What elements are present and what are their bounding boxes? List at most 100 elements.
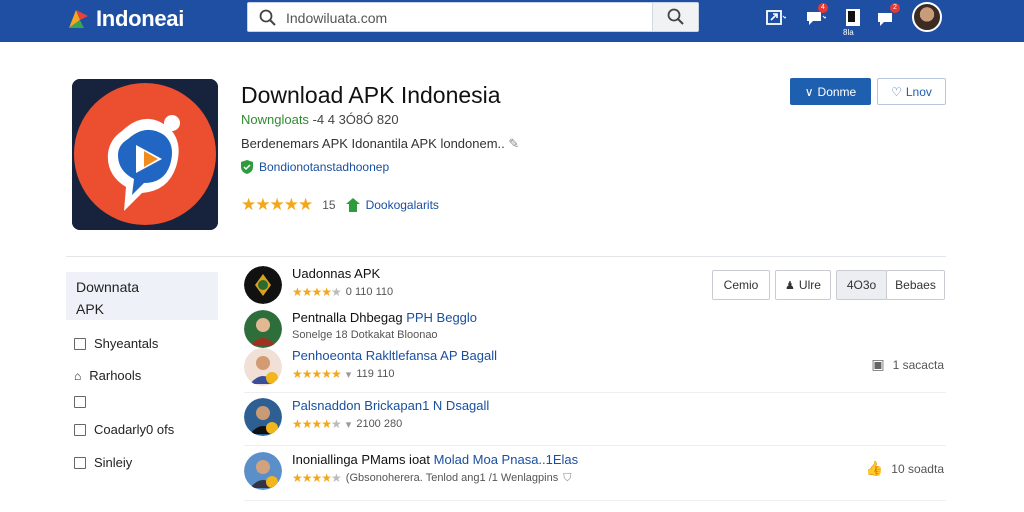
- title-text: Inoniallinga PMams ioat: [292, 452, 434, 467]
- rating-text: 2100 280: [356, 418, 403, 430]
- downloads-info: Nowngloats -4 4 3Ó8Ó 820: [241, 112, 399, 127]
- sidebar-item-label: Coadarly0 ofs: [94, 422, 175, 437]
- chat-notifications-icon[interactable]: 4: [804, 3, 828, 28]
- account-count: 8la: [843, 28, 854, 37]
- title-link[interactable]: Molad Moa Pnasa..1Elas: [434, 452, 579, 467]
- rating-count: 15: [322, 198, 336, 212]
- user-avatar[interactable]: [912, 2, 942, 32]
- messages-icon[interactable]: 2: [876, 3, 900, 28]
- logo-icon: [66, 6, 92, 32]
- share-icon[interactable]: ✎: [508, 136, 519, 151]
- heart-icon: ♡: [891, 84, 902, 99]
- title-text: Pentnalla Dhbegag: [292, 310, 407, 325]
- edit-icon: [74, 423, 86, 436]
- thumbs-up-icon: 👍: [865, 460, 884, 476]
- app-avatar: [244, 348, 282, 386]
- category-link[interactable]: Dookogalarits: [345, 198, 439, 212]
- search-icon: [258, 8, 278, 28]
- list-item-title: Uadonnas APK: [292, 266, 380, 281]
- follow-button-label: Lnov: [905, 84, 932, 99]
- sidebar-item-1[interactable]: Shyeantals: [74, 336, 158, 351]
- device-icon[interactable]: [842, 6, 864, 28]
- title-text: Uadonnas APK: [292, 266, 381, 281]
- list-item[interactable]: Inoniallinga PMams ioat Molad Moa Pnasa.…: [244, 452, 946, 496]
- list-item-title: Penhoeonta Rakltlefansa AP Bagall: [292, 348, 497, 363]
- star-rating-icon: ★★★★★: [241, 195, 313, 214]
- star-rating-icon: ★★★★★: [292, 471, 342, 485]
- app-icon: [72, 79, 218, 230]
- app-title: Download APK Indonesia: [241, 82, 501, 108]
- row-divider: [244, 445, 946, 446]
- sidebar-heading-line1: Downnata: [76, 279, 140, 295]
- list-item[interactable]: Palsnaddon Brickapan1 N Dsagall ★★★★★ ▾ …: [244, 398, 946, 442]
- row-divider: [244, 392, 946, 393]
- list-item[interactable]: Uadonnas APK ★★★★★ 0 110 110: [244, 266, 946, 310]
- verified-publisher[interactable]: Bondionotanstadhoonep: [241, 160, 389, 174]
- list-item-meta: ★★★★★ (Gbsonoherera. Tenlod ang1 /1 Wenl…: [292, 471, 571, 485]
- shield-icon: [241, 160, 253, 174]
- rating-text: (Gbsonoherera. Tenlod ang1 /1 Wenlagpins: [345, 472, 559, 484]
- list-icon: [74, 337, 86, 350]
- verified-text: Bondionotanstadhoonep: [259, 160, 390, 174]
- rating-text: 119 110: [356, 368, 395, 380]
- list-item-action[interactable]: ▣ 1 sacacta: [871, 356, 944, 373]
- star-rating-icon: ★★★★★: [292, 367, 342, 381]
- title-link[interactable]: Palsnaddon Brickapan1 N Dsagall: [292, 398, 489, 413]
- app-avatar: [244, 310, 282, 348]
- notification-badge: 4: [818, 3, 828, 13]
- list-item-title: Pentnalla Dhbegag PPH Begglo: [292, 310, 477, 325]
- star-rating-icon: ★★★★★: [292, 285, 342, 299]
- sidebar-item-2[interactable]: ⌂ Rarhools: [74, 368, 141, 383]
- title-link[interactable]: Penhoeonta Rakltlefansa AP Bagall: [292, 348, 497, 363]
- search-input[interactable]: [286, 7, 646, 29]
- sidebar-item-label: Rarhools: [89, 368, 142, 383]
- description-text: Berdenemars APK Idonantila APK londonem.…: [241, 136, 509, 151]
- sidebar-item-label: Shyeantals: [94, 336, 159, 351]
- upload-icon[interactable]: [764, 6, 788, 28]
- section-divider: [66, 256, 946, 257]
- shield-icon: ⛉: [563, 471, 572, 484]
- search-button[interactable]: [652, 3, 698, 31]
- list-item-action[interactable]: 👍 10 soadta: [866, 460, 944, 477]
- sidebar-item-3[interactable]: [74, 396, 94, 408]
- star-rating-icon: ★★★★★: [292, 417, 342, 431]
- row-divider: [244, 500, 946, 501]
- logo-text: Indoneai: [96, 6, 185, 31]
- downloads-count: -4 4 3Ó8Ó 820: [312, 112, 399, 127]
- list-item-meta: Sonelge 18 Dotkakat Bloonao: [292, 329, 438, 341]
- downloads-label: Nowngloats: [241, 112, 309, 127]
- top-navigation-bar: Indoneai 4 2 8la: [0, 0, 1024, 42]
- sidebar-item-4[interactable]: Coadarly0 ofs: [74, 422, 174, 437]
- chevron-down-icon: ∨: [804, 84, 814, 99]
- category-text: Dookogalarits: [365, 198, 439, 212]
- list-item-meta: ★★★★★ ▾ 2100 280: [292, 417, 403, 431]
- follow-button[interactable]: ♡ Lnov: [877, 78, 946, 105]
- comment-icon: ▣: [871, 356, 885, 372]
- tag-icon: [345, 198, 360, 212]
- list-item[interactable]: Penhoeonta Rakltlefansa AP Bagall ★★★★★ …: [244, 348, 946, 392]
- rating-text: Sonelge 18 Dotkakat Bloonao: [292, 329, 438, 341]
- sidebar-item-label: Sinleiy: [94, 455, 133, 470]
- title-link[interactable]: PPH Begglo: [406, 310, 477, 325]
- list-item-title: Palsnaddon Brickapan1 N Dsagall: [292, 398, 489, 413]
- download-button-label: Donme: [817, 84, 857, 99]
- grid-icon: [74, 456, 86, 469]
- app-description: Berdenemars APK Idonantila APK londonem.…: [241, 136, 519, 152]
- image-icon: [74, 396, 86, 408]
- site-logo[interactable]: Indoneai: [66, 6, 184, 32]
- message-badge: 2: [890, 3, 900, 13]
- search-icon: [667, 8, 684, 25]
- action-text: 1 sacacta: [892, 357, 944, 372]
- sidebar-item-5[interactable]: Sinleiy: [74, 455, 132, 470]
- list-item-title: Inoniallinga PMams ioat Molad Moa Pnasa.…: [292, 452, 578, 467]
- app-rating: ★★★★★ 15 Dookogalarits: [241, 195, 439, 215]
- app-avatar: [244, 452, 282, 490]
- sidebar-heading-line2: APK: [76, 301, 105, 317]
- list-item-meta: ★★★★★ 0 110 110: [292, 285, 393, 299]
- sidebar-heading[interactable]: Downnata APK: [66, 272, 218, 320]
- rocket-icon: ⌂: [74, 368, 82, 383]
- app-avatar: [244, 398, 282, 436]
- download-button[interactable]: ∨ Donme: [790, 78, 871, 105]
- rating-text: 0 110 110: [345, 286, 394, 298]
- list-item-meta: ★★★★★ ▾ 119 110: [292, 367, 395, 381]
